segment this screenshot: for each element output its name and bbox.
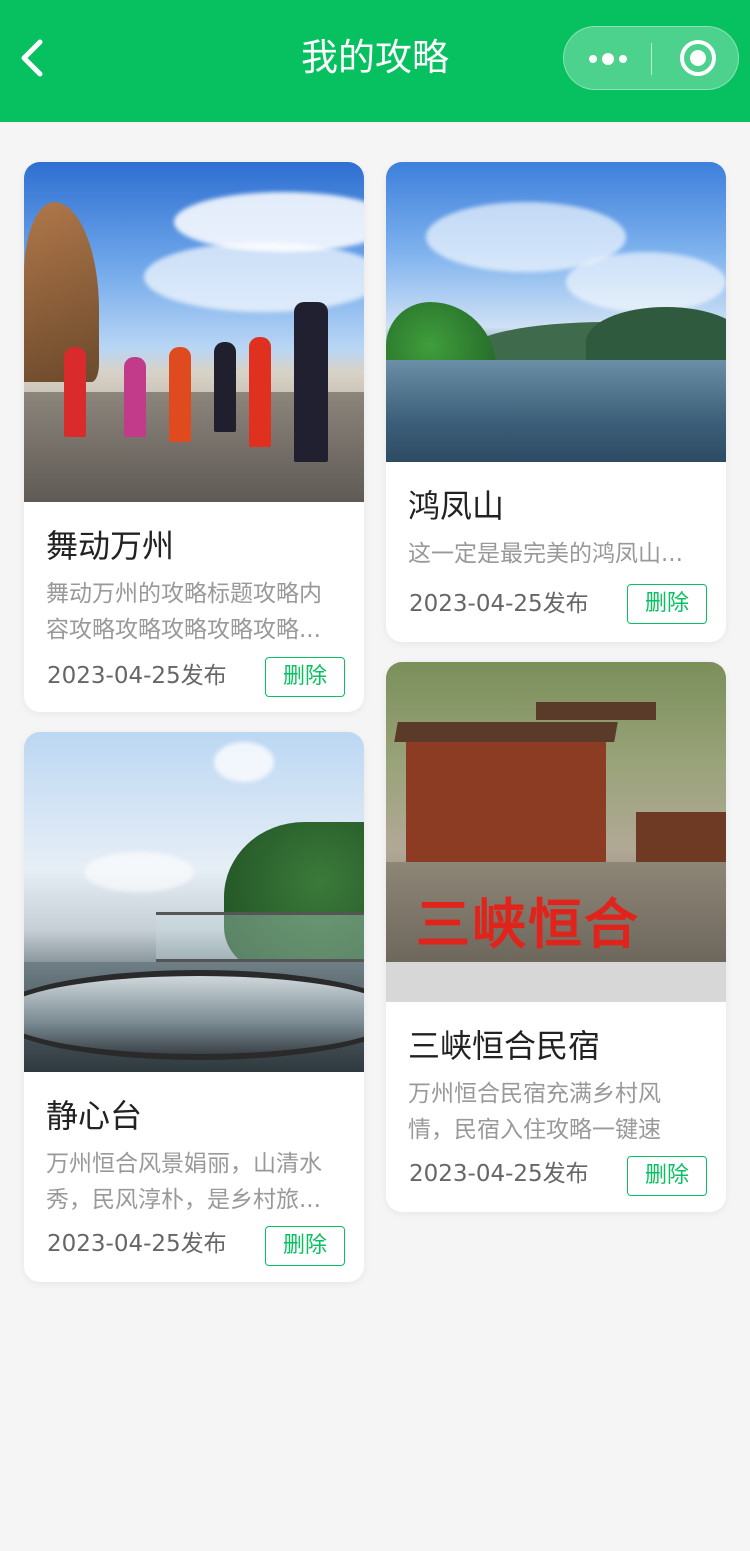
delete-button[interactable]: 删除 (265, 1226, 345, 1266)
more-dots-icon (589, 55, 597, 63)
card-image: 三峡恒合 (386, 662, 726, 1002)
navigation-bar: 我的攻略 (0, 0, 750, 122)
card-image (386, 162, 726, 462)
card-description: 万州恒合风景娟丽，山清水秀，民风淳朴，是乡村旅... (46, 1151, 322, 1213)
delete-button[interactable]: 删除 (627, 584, 707, 624)
card-image (24, 732, 364, 1072)
strategy-card[interactable]: 舞动万州 舞动万州的攻略标题攻略内容攻略攻略攻略攻略攻略... 2023-04-… (24, 162, 364, 712)
more-dots-icon (602, 53, 614, 65)
publish-date: 2023-04-25发布 (409, 591, 589, 617)
card-description: 舞动万州的攻略标题攻略内容攻略攻略攻略攻略攻略... (46, 581, 322, 643)
card-title: 三峡恒合民宿 (408, 1027, 601, 1065)
more-button[interactable] (564, 27, 652, 89)
card-title: 静心台 (46, 1097, 143, 1135)
image-sign-text: 三峡恒合 (416, 892, 640, 956)
close-button[interactable] (652, 27, 740, 89)
card-title: 鸿凤山 (408, 487, 505, 525)
card-image (24, 162, 364, 502)
delete-button[interactable]: 删除 (265, 657, 345, 697)
card-description: 万州恒合民宿充满乡村风情，民宿入住攻略一键速 (408, 1081, 661, 1143)
strategy-card[interactable]: 静心台 万州恒合风景娟丽，山清水秀，民风淳朴，是乡村旅... 2023-04-2… (24, 732, 364, 1282)
card-description: 这一定是最完美的鸿凤山... (408, 541, 683, 567)
strategy-card[interactable]: 三峡恒合 三峡恒合民宿 万州恒合民宿充满乡村风情，民宿入住攻略一键速 2023-… (386, 662, 726, 1212)
publish-date: 2023-04-25发布 (47, 663, 227, 689)
mini-program-capsule (563, 26, 739, 90)
strategy-card[interactable]: 鸿凤山 这一定是最完美的鸿凤山... 2023-04-25发布 删除 (386, 162, 726, 642)
card-title: 舞动万州 (46, 527, 175, 565)
more-dots-icon (619, 55, 627, 63)
publish-date: 2023-04-25发布 (409, 1161, 589, 1187)
publish-date: 2023-04-25发布 (47, 1231, 227, 1257)
delete-button[interactable]: 删除 (627, 1156, 707, 1196)
target-circle-core (690, 50, 706, 66)
